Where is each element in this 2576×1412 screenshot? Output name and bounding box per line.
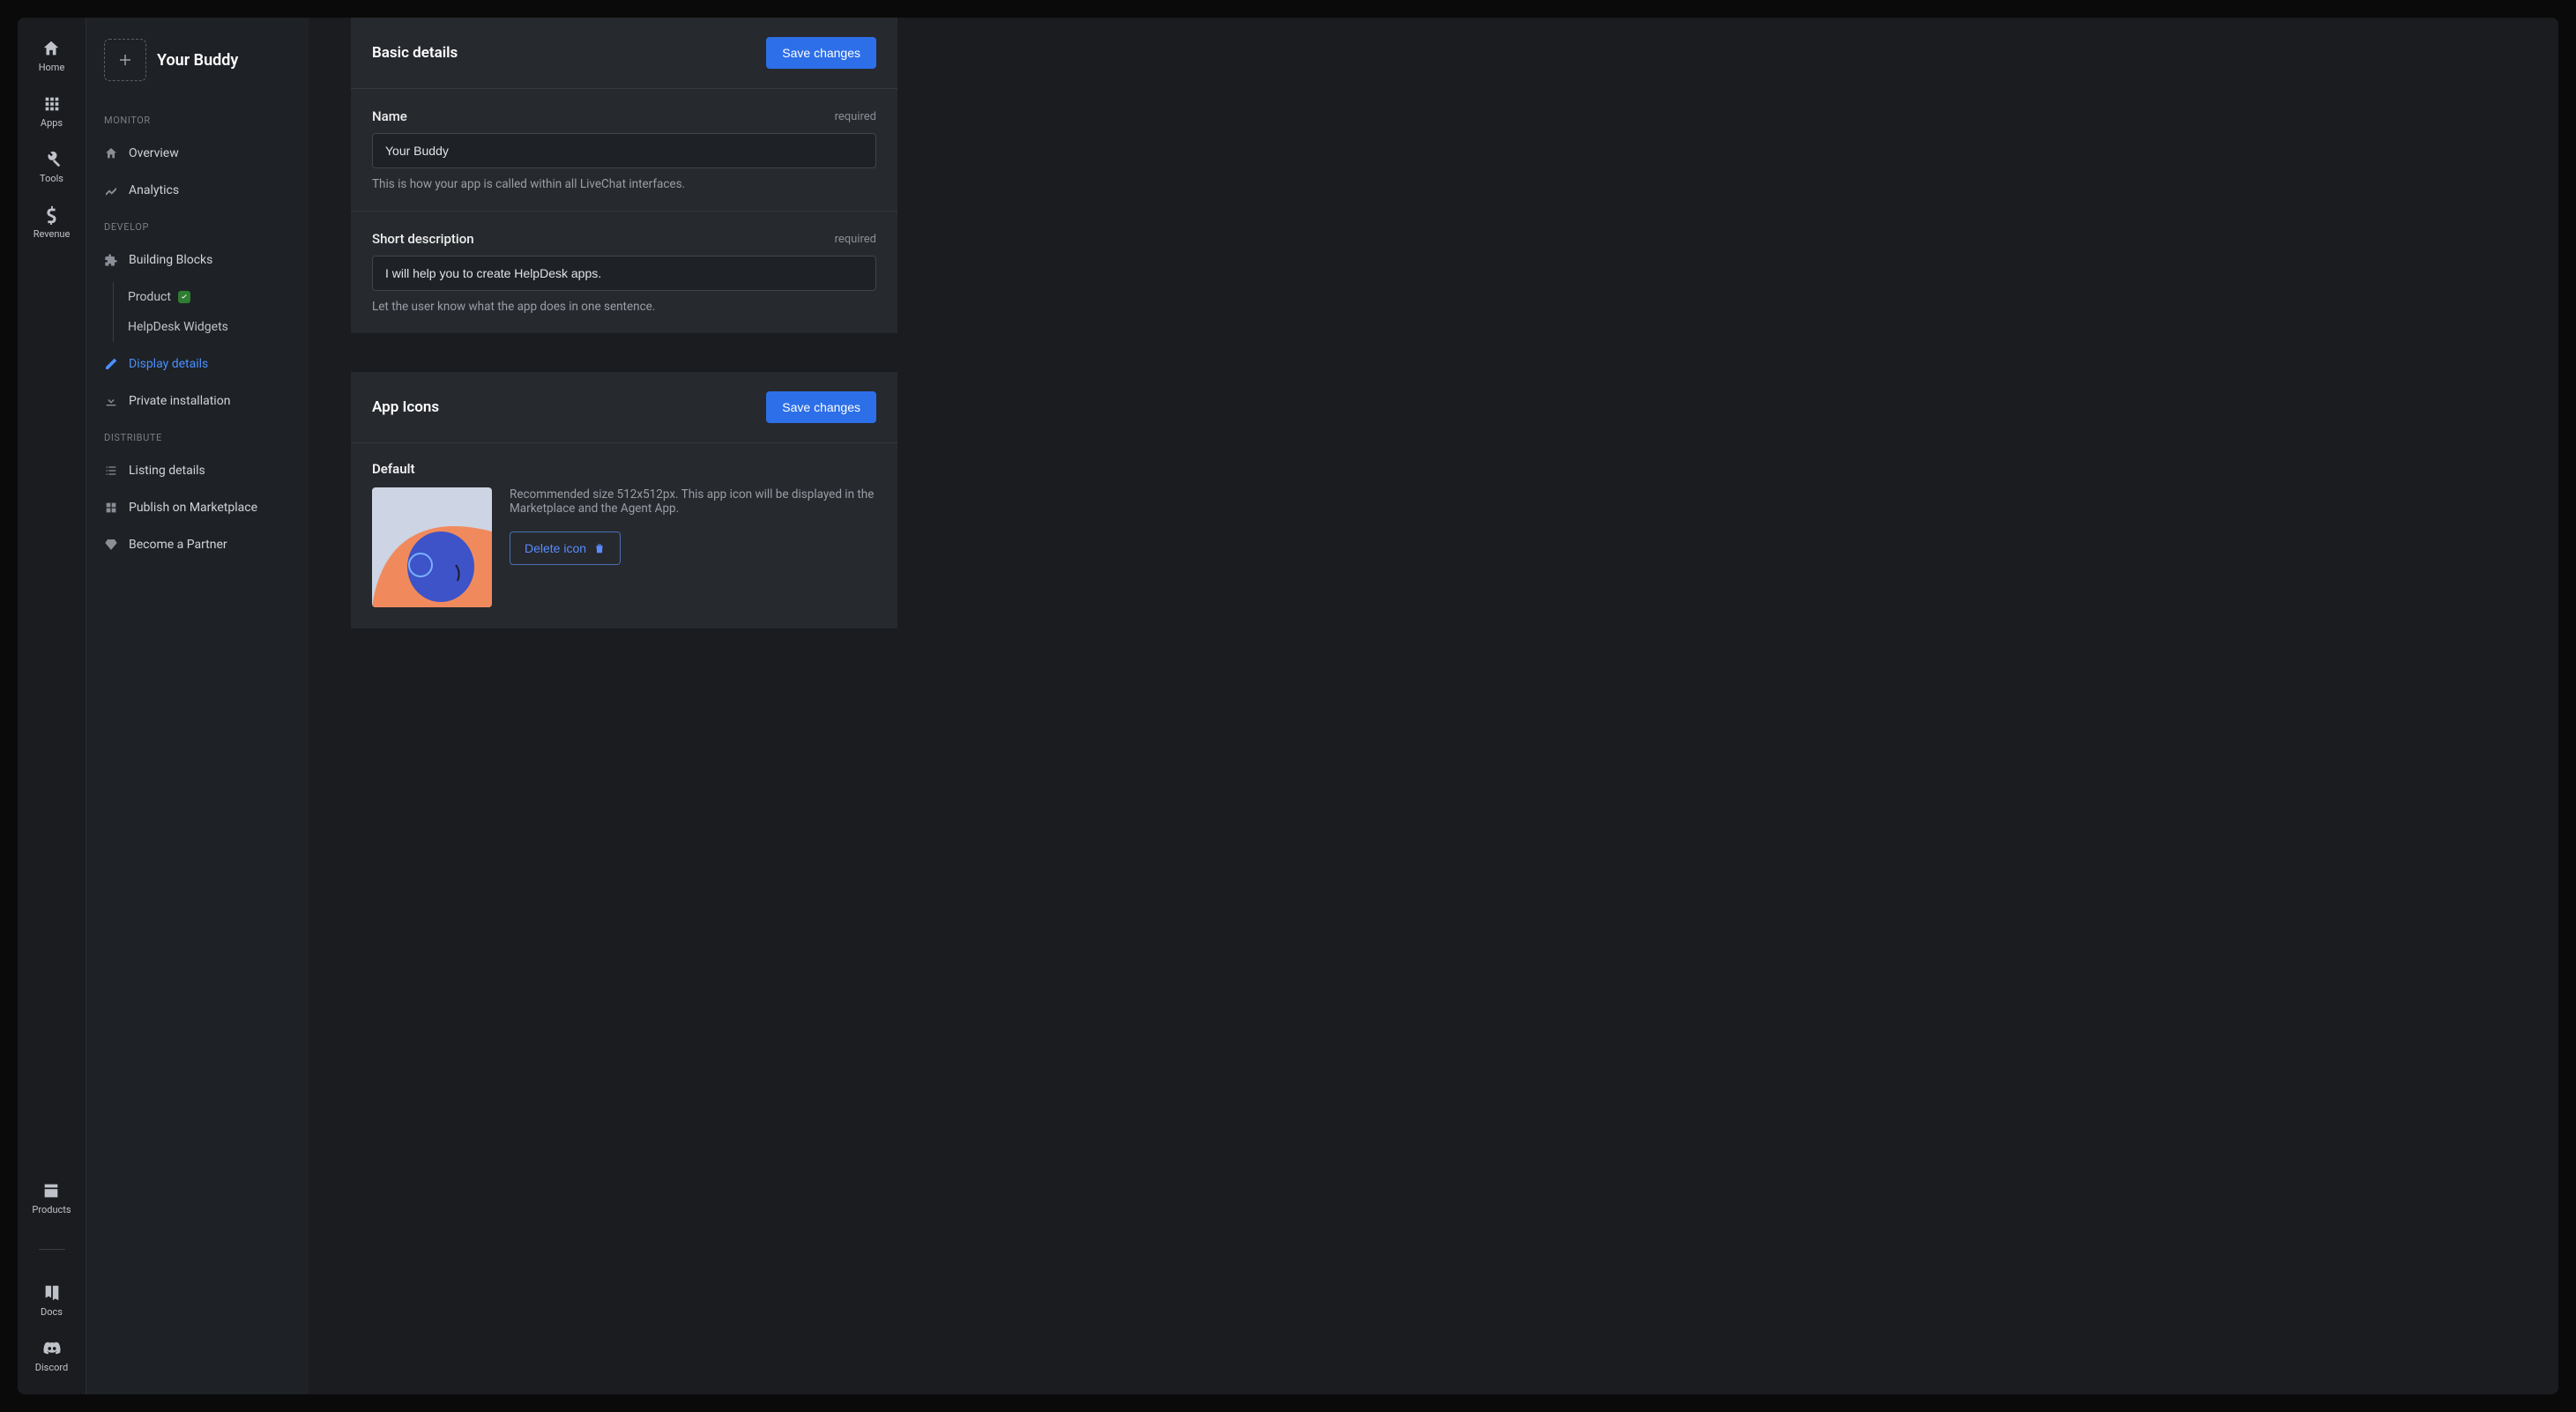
products-icon	[41, 1181, 61, 1200]
sub-item-label: HelpDesk Widgets	[128, 320, 228, 334]
rail-label: Home	[39, 62, 65, 73]
sidebar-item-building-blocks[interactable]: Building Blocks	[86, 245, 309, 275]
check-icon	[180, 293, 189, 301]
discord-icon	[42, 1339, 62, 1358]
basic-details-header: Basic details Save changes	[351, 18, 897, 89]
dollar-icon	[41, 205, 61, 225]
rail-label: Tools	[40, 173, 63, 184]
sub-item-helpdesk-widgets[interactable]: HelpDesk Widgets	[114, 312, 309, 342]
rail-divider	[39, 1249, 65, 1250]
check-badge	[178, 291, 190, 303]
rail-label: Products	[32, 1204, 71, 1215]
app-title: Your Buddy	[157, 51, 238, 70]
rail-item-products[interactable]: Products	[32, 1181, 71, 1215]
delete-icon-button[interactable]: Delete icon	[510, 531, 621, 565]
app-icons-header: App Icons Save changes	[351, 372, 897, 443]
sidebar-item-publish[interactable]: Publish on Marketplace	[86, 493, 309, 523]
icon-info: Recommended size 512x512px. This app ico…	[510, 487, 876, 565]
rail-label: Revenue	[34, 228, 71, 240]
name-label: Name	[372, 108, 407, 124]
name-required: required	[835, 110, 876, 123]
desc-input[interactable]	[372, 256, 876, 291]
sidebar-item-label: Private installation	[129, 394, 230, 408]
rail-item-discord[interactable]: Discord	[35, 1339, 68, 1373]
rail-item-home[interactable]: Home	[39, 39, 65, 73]
diamond-icon	[104, 538, 118, 552]
pencil-icon	[104, 357, 118, 371]
sidebar-item-label: Publish on Marketplace	[129, 501, 257, 515]
apps-icon	[42, 94, 62, 114]
sidebar-item-listing-details[interactable]: Listing details	[86, 456, 309, 486]
rail-top-group: Home Apps Tools Revenue	[18, 39, 86, 240]
sidebar-item-label: Listing details	[129, 464, 205, 478]
home-icon	[41, 39, 61, 58]
save-icons-button[interactable]: Save changes	[766, 391, 876, 423]
download-icon	[104, 394, 118, 408]
save-basic-button[interactable]: Save changes	[766, 37, 876, 69]
sub-item-label: Product	[128, 290, 171, 304]
list-icon	[104, 464, 118, 478]
rail-label: Docs	[41, 1306, 63, 1318]
basic-details-card: Basic details Save changes Name required…	[351, 18, 897, 333]
book-icon	[42, 1283, 62, 1303]
name-field-row: Name required	[372, 108, 876, 124]
name-help: This is how your app is called within al…	[372, 177, 876, 191]
desc-field-row: Short description required	[372, 231, 876, 247]
sidebar-item-private-installation[interactable]: Private installation	[86, 386, 309, 416]
trash-icon	[593, 542, 606, 554]
sidebar-header: Your Buddy	[86, 39, 309, 99]
rail-bottom-group: Products Docs Discord	[18, 1181, 86, 1373]
section-distribute-label: DISTRIBUTE	[86, 423, 309, 449]
sidebar-item-label: Become a Partner	[129, 538, 227, 552]
desc-field-body: Short description required Let the user …	[351, 212, 897, 333]
app-icon-illustration	[372, 487, 492, 607]
icon-help: Recommended size 512x512px. This app ico…	[510, 487, 876, 516]
name-field: Name required This is how your app is ca…	[372, 108, 876, 191]
name-input[interactable]	[372, 133, 876, 168]
rail-item-apps[interactable]: Apps	[41, 94, 63, 129]
sidebar-item-display-details[interactable]: Display details	[86, 349, 309, 379]
plus-icon	[117, 52, 133, 68]
sidebar-item-label: Building Blocks	[129, 253, 212, 267]
desc-help: Let the user know what the app does in o…	[372, 300, 876, 314]
section-develop-label: DEVELOP	[86, 212, 309, 238]
sidebar-item-label: Display details	[129, 357, 208, 371]
app-icons-card: App Icons Save changes Default	[351, 372, 897, 628]
sidebar-item-label: Overview	[129, 146, 179, 160]
sub-item-product[interactable]: Product	[114, 282, 309, 312]
app-icon-placeholder[interactable]	[104, 39, 146, 81]
sidebar-item-analytics[interactable]: Analytics	[86, 175, 309, 205]
sidebar-item-label: Analytics	[129, 183, 179, 197]
home-small-icon	[104, 146, 118, 160]
rail-label: Apps	[41, 117, 63, 129]
app-icons-title: App Icons	[372, 398, 439, 416]
rail-item-docs[interactable]: Docs	[41, 1283, 63, 1318]
icon-preview	[372, 487, 492, 607]
desc-required: required	[835, 233, 876, 246]
name-field-body: Name required This is how your app is ca…	[351, 89, 897, 211]
section-monitor-label: MONITOR	[86, 106, 309, 131]
rail-label: Discord	[35, 1362, 68, 1373]
grid-icon	[104, 501, 118, 515]
desc-label: Short description	[372, 231, 474, 247]
puzzle-icon	[104, 253, 118, 267]
building-blocks-subgroup: Product HelpDesk Widgets	[113, 282, 309, 342]
basic-details-title: Basic details	[372, 44, 458, 62]
default-icon-heading: Default	[351, 443, 897, 487]
rail-item-tools[interactable]: Tools	[40, 150, 63, 184]
sidebar-item-overview[interactable]: Overview	[86, 138, 309, 168]
sidebar: Your Buddy MONITOR Overview Analytics DE…	[86, 18, 309, 1394]
app-shell: Home Apps Tools Revenue Products	[18, 18, 2558, 1394]
left-rail: Home Apps Tools Revenue Products	[18, 18, 86, 1394]
icon-block: Recommended size 512x512px. This app ico…	[372, 487, 876, 607]
analytics-icon	[104, 183, 118, 197]
sidebar-item-partner[interactable]: Become a Partner	[86, 530, 309, 560]
tools-icon	[42, 150, 62, 169]
delete-icon-label: Delete icon	[525, 541, 586, 555]
rail-item-revenue[interactable]: Revenue	[34, 205, 71, 240]
icon-body: Recommended size 512x512px. This app ico…	[351, 487, 897, 628]
desc-field: Short description required Let the user …	[372, 231, 876, 314]
main-content: Basic details Save changes Name required…	[309, 18, 2558, 1394]
